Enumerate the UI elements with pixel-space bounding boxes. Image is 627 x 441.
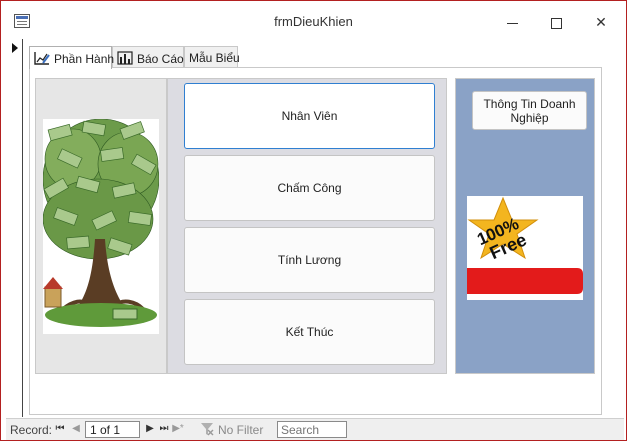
minimize-button[interactable] [497,9,527,35]
maximize-icon [550,17,562,29]
free-badge-image: 100% Free [467,196,583,300]
previous-record-icon[interactable]: ◀ [70,422,82,436]
last-record-icon[interactable]: ⏭ [158,422,170,436]
record-label: Record: [10,423,53,437]
window-title: frmDieuKhien [274,14,353,29]
nhan-vien-button[interactable]: Nhân Viên [184,83,435,149]
record-navigation-bar: Record: ⏮ ◀ 1 of 1 ▶ ⏭ ▶* No Filter [6,418,624,440]
money-tree-image [43,119,159,334]
tinh-luong-button[interactable]: Tính Lương [184,227,435,293]
first-record-icon[interactable]: ⏮ [54,422,66,436]
next-record-icon[interactable]: ▶ [144,422,156,436]
bar-chart-icon [117,51,133,65]
search-input[interactable] [277,421,347,438]
new-record-icon[interactable]: ▶* [172,422,184,436]
tab-label: Báo Cáo [137,52,184,66]
tab-bao-cao[interactable]: Báo Cáo [112,46,184,68]
company-info-button[interactable]: Thông Tin Doanh Nghiệp [472,91,587,130]
tab-label: Phần Hành [54,52,115,66]
maximize-button[interactable] [541,9,571,35]
tab-phan-hanh[interactable]: Phần Hành [29,46,115,69]
tab-label: Mẫu Biểu [189,51,240,65]
cham-cong-button[interactable]: Chấm Công [184,155,435,221]
current-record-field[interactable]: 1 of 1 [85,421,140,438]
record-selector[interactable] [6,39,23,417]
edit-chart-icon [34,52,50,65]
filter-status[interactable]: No Filter [218,423,263,437]
close-button[interactable]: ✕ [586,9,616,35]
access-form-window: frmDieuKhien ✕ Phần Hành Báo Cáo Mẫu Biể… [0,0,627,441]
title-bar: frmDieuKhien ✕ [1,1,626,39]
ket-thuc-button[interactable]: Kết Thúc [184,299,435,365]
tab-mau-bieu[interactable]: Mẫu Biểu [184,46,240,68]
minimize-icon [506,22,518,24]
close-icon: ✕ [595,14,607,30]
current-record-arrow-icon [12,43,18,53]
no-filter-icon [201,423,214,436]
